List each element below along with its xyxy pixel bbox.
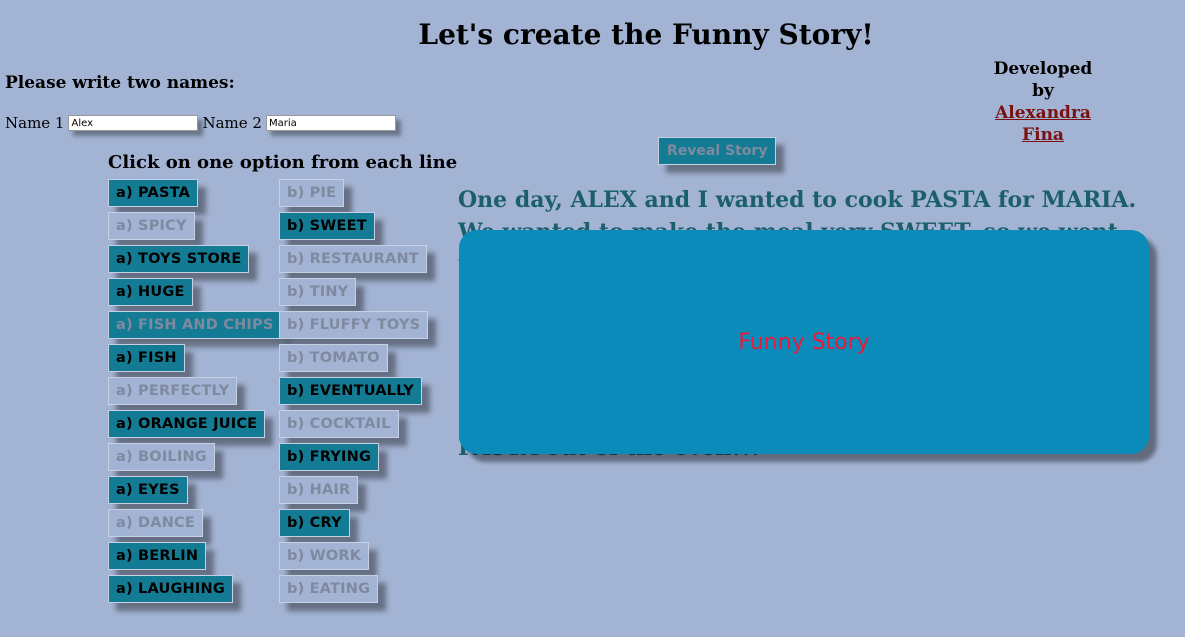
option-b-row-12[interactable]: b) WORK — [279, 542, 370, 570]
option-b-row-3[interactable]: b) RESTAURANT — [279, 245, 427, 273]
funny-story-label: Funny Story — [738, 329, 870, 355]
option-b-row-13[interactable]: b) EATING — [279, 575, 379, 603]
name1-input[interactable] — [68, 115, 199, 131]
option-a-row-11[interactable]: a) DANCE — [108, 509, 203, 537]
developer-credit: Developed by Alexandra Fina — [983, 58, 1103, 146]
funny-story-panel: Funny Story — [459, 230, 1149, 454]
name2-label: Name 2 — [202, 114, 262, 132]
reveal-story-button[interactable]: Reveal Story — [658, 137, 777, 165]
option-a-row-1[interactable]: a) PASTA — [108, 179, 199, 207]
option-a-row-7[interactable]: a) PERFECTLY — [108, 377, 238, 405]
option-a-row-13[interactable]: a) LAUGHING — [108, 575, 233, 603]
option-b-row-7[interactable]: b) EVENTUALLY — [279, 377, 422, 405]
option-b-row-9[interactable]: b) FRYING — [279, 443, 380, 471]
option-b-row-2[interactable]: b) SWEET — [279, 212, 375, 240]
option-b-row-5[interactable]: b) FLUFFY TOYS — [279, 311, 429, 339]
option-b-row-11[interactable]: b) CRY — [279, 509, 350, 537]
option-a-row-9[interactable]: a) BOILING — [108, 443, 215, 471]
name2-input[interactable] — [265, 115, 396, 131]
developer-link-first-name[interactable]: Alexandra — [983, 102, 1103, 124]
option-b-row-6[interactable]: b) TOMATO — [279, 344, 388, 372]
name1-label: Name 1 — [5, 114, 65, 132]
option-a-row-3[interactable]: a) TOYS STORE — [108, 245, 250, 273]
option-b-row-10[interactable]: b) HAIR — [279, 476, 359, 504]
names-row: Name 1 Name 2 — [5, 114, 400, 132]
option-a-row-6[interactable]: a) FISH — [108, 344, 185, 372]
option-a-row-5[interactable]: a) FISH AND CHIPS — [108, 311, 282, 339]
option-b-row-1[interactable]: b) PIE — [279, 179, 345, 207]
option-a-row-10[interactable]: a) EYES — [108, 476, 188, 504]
option-b-row-8[interactable]: b) COCKTAIL — [279, 410, 399, 438]
option-a-row-2[interactable]: a) SPICY — [108, 212, 195, 240]
option-b-row-4[interactable]: b) TINY — [279, 278, 357, 306]
by-label: by — [1032, 81, 1054, 101]
developed-label: Developed — [993, 59, 1093, 79]
names-heading: Please write two names: — [5, 73, 235, 93]
developer-link-last-name[interactable]: Fina — [983, 124, 1103, 146]
option-a-row-4[interactable]: a) HUGE — [108, 278, 193, 306]
options-heading: Click on one option from each line — [108, 152, 458, 173]
option-a-row-12[interactable]: a) BERLIN — [108, 542, 207, 570]
page-title: Let's create the Funny Story! — [418, 18, 874, 51]
option-a-row-8[interactable]: a) ORANGE JUICE — [108, 410, 266, 438]
